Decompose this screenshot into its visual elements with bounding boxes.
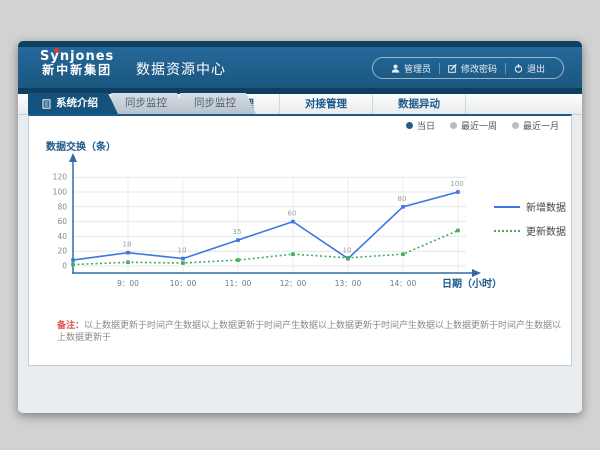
app-window: Synjones 新中新集团 数据资源中心 管理员 修改密码 <box>18 41 582 413</box>
app-header: Synjones 新中新集团 数据资源中心 管理员 修改密码 <box>18 47 582 94</box>
legend-line-sample-solid <box>494 206 520 208</box>
svg-text:11：00: 11：00 <box>225 279 252 288</box>
tab-sync-monitor-2[interactable]: 同步监控 <box>180 93 256 114</box>
footnote: 备注：以上数据更新于时间产生数据以上数据更新于时间产生数据以上数据更新于时间产生… <box>57 321 562 344</box>
legend-update-data-label: 更新数据 <box>526 223 566 238</box>
svg-text:100: 100 <box>53 188 68 197</box>
svg-text:10：00: 10：00 <box>170 279 197 288</box>
legend-item-update-data[interactable]: 更新数据 <box>494 223 566 238</box>
svg-text:0: 0 <box>62 262 67 271</box>
logo-company-name: 新中新集团 <box>40 64 114 77</box>
footnote-prefix: 备注： <box>57 321 84 331</box>
radio-unselected-icon <box>512 122 519 129</box>
user-menu-admin[interactable]: 管理员 <box>383 62 439 75</box>
range-today-label: 当日 <box>417 119 435 132</box>
svg-text:60: 60 <box>288 210 297 218</box>
svg-text:120: 120 <box>53 173 68 182</box>
page-title: 数据资源中心 <box>136 59 226 79</box>
svg-text:60: 60 <box>57 217 67 226</box>
line-chart: 0 20 40 60 80 100 120 18 10 35 60 10 80 100 9：00 10：00 1… <box>38 149 488 294</box>
legend-new-data-label: 新增数据 <box>526 199 566 214</box>
edit-icon <box>448 64 457 73</box>
footnote-text: 以上数据更新于时间产生数据以上数据更新于时间产生数据以上数据更新于时间产生数据以… <box>57 321 561 343</box>
radio-selected-icon <box>406 122 413 129</box>
change-password-label: 修改密码 <box>461 62 497 75</box>
nav-item-integration[interactable]: 对接管理 <box>280 94 373 114</box>
svg-text:14：00: 14：00 <box>390 279 417 288</box>
range-option-today[interactable]: 当日 <box>406 119 435 132</box>
logo: Synjones 新中新集团 <box>40 50 114 77</box>
logo-accent-dot <box>54 48 59 53</box>
time-range-selector: 当日 最近一周 最近一月 <box>406 119 559 132</box>
svg-text:10: 10 <box>178 247 187 255</box>
power-icon <box>514 64 523 73</box>
tab-bar: 系统介绍 同步监控 同步监控 <box>28 93 256 114</box>
range-option-last-week[interactable]: 最近一周 <box>450 119 497 132</box>
line-chart-svg: 0 20 40 60 80 100 120 18 10 35 60 10 80 100 9：00 10：00 1… <box>38 149 488 294</box>
document-icon <box>42 99 51 109</box>
range-option-last-month[interactable]: 最近一月 <box>512 119 559 132</box>
svg-text:20: 20 <box>57 247 67 256</box>
legend-line-sample-dotted <box>494 230 520 232</box>
user-menu: 管理员 修改密码 退出 <box>372 57 564 79</box>
tab-sync-monitor-1[interactable]: 同步监控 <box>111 93 187 114</box>
svg-text:10: 10 <box>343 247 352 255</box>
legend-item-new-data[interactable]: 新增数据 <box>494 199 566 214</box>
tab-system-intro-label: 系统介绍 <box>56 93 98 114</box>
svg-text:100: 100 <box>450 180 463 188</box>
user-menu-admin-label: 管理员 <box>404 62 431 75</box>
svg-text:12：00: 12：00 <box>280 279 307 288</box>
user-icon <box>391 64 400 73</box>
tab-system-intro[interactable]: 系统介绍 <box>28 93 118 114</box>
range-last-week-label: 最近一周 <box>461 119 497 132</box>
logo-wordmark: Synjones <box>40 49 114 64</box>
chart-y-axis-title: 数据交换（条） <box>46 138 116 153</box>
svg-text:13：00: 13：00 <box>335 279 362 288</box>
range-last-month-label: 最近一月 <box>523 119 559 132</box>
svg-text:80: 80 <box>398 195 407 203</box>
radio-unselected-icon <box>450 122 457 129</box>
svg-text:40: 40 <box>57 232 67 241</box>
chart-x-axis-title: 日期（小时） <box>442 275 502 290</box>
svg-text:18: 18 <box>123 241 132 249</box>
change-password-button[interactable]: 修改密码 <box>440 62 505 75</box>
nav-item-data-changes[interactable]: 数据异动 <box>373 94 466 114</box>
svg-text:9：00: 9：00 <box>117 279 139 288</box>
logout-button[interactable]: 退出 <box>506 62 553 75</box>
svg-text:80: 80 <box>57 202 67 211</box>
chart-legend: 新增数据 更新数据 <box>494 199 566 238</box>
svg-text:35: 35 <box>233 228 242 236</box>
logout-label: 退出 <box>527 62 545 75</box>
